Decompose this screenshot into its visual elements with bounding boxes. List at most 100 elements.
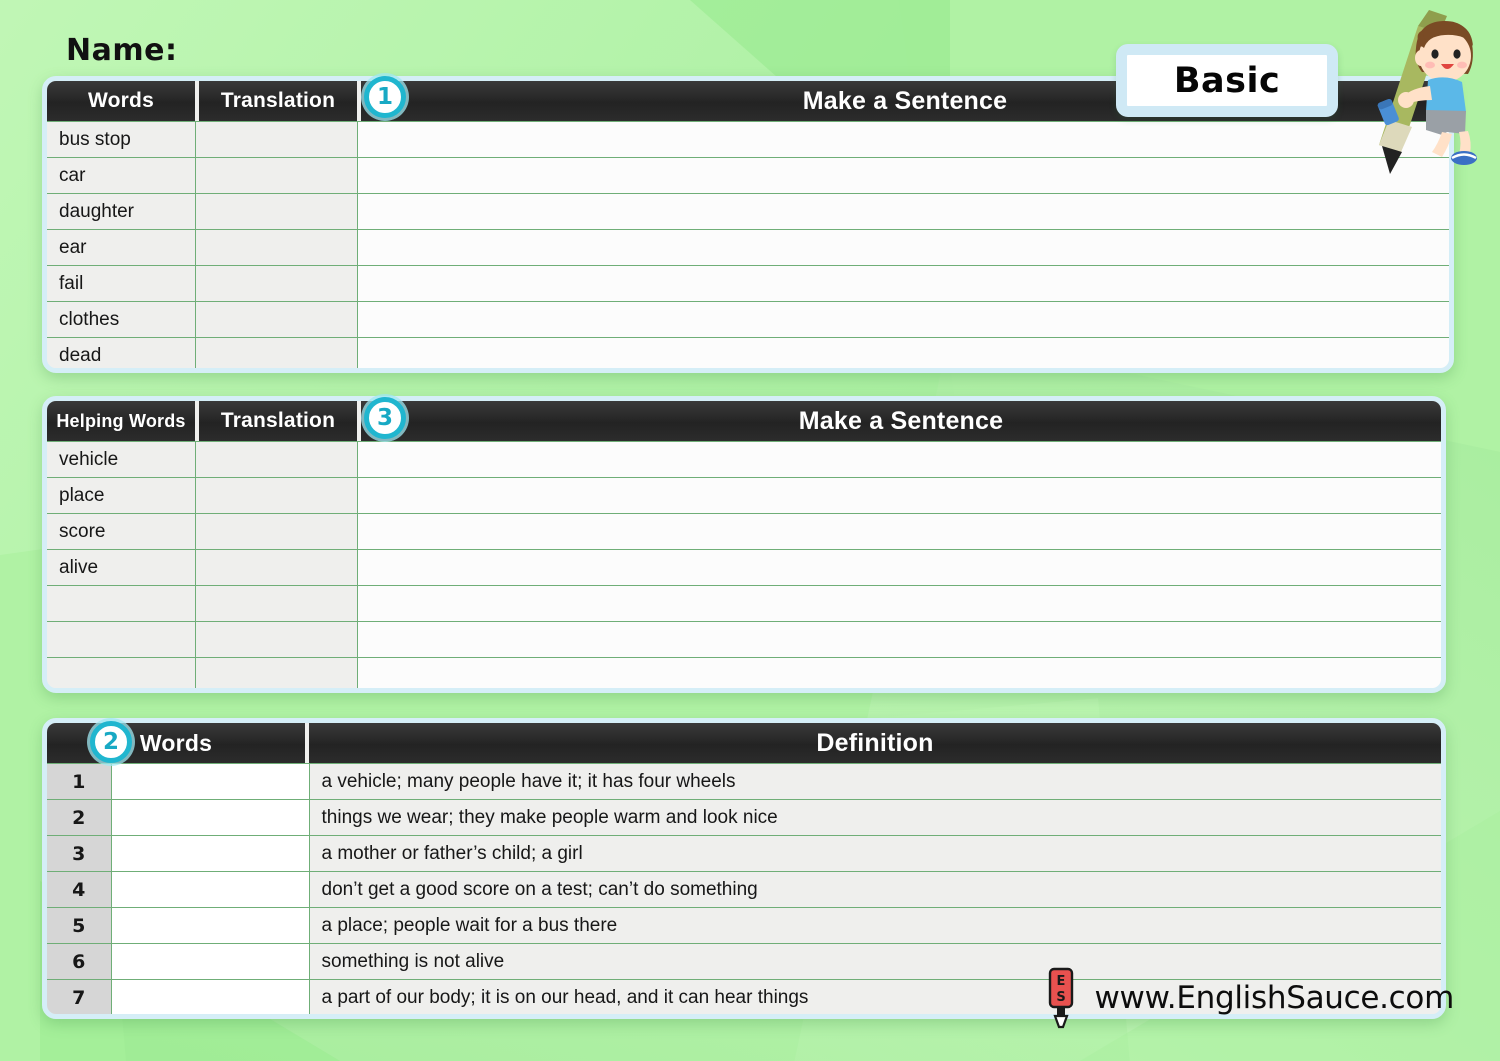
word-cell: vehicle xyxy=(47,441,196,478)
boy-with-pencil-mascot xyxy=(1377,10,1477,174)
table-row: ear xyxy=(47,229,1449,266)
translation-cell[interactable] xyxy=(195,121,358,158)
translation-cell[interactable] xyxy=(195,513,358,550)
row-number: 7 xyxy=(47,979,112,1014)
table-row: daughter xyxy=(47,193,1449,230)
table-row: 3 a mother or father’s child; a girl xyxy=(47,835,1441,872)
definition-cell: things we wear; they make people warm an… xyxy=(309,799,1441,836)
sentence-cell[interactable] xyxy=(357,513,1441,550)
table-row: fail xyxy=(47,265,1449,302)
translation-cell[interactable] xyxy=(195,657,358,688)
sentence-cell[interactable] xyxy=(357,621,1441,658)
section2-table: vehicle place score alive xyxy=(47,441,1441,688)
translation-cell[interactable] xyxy=(195,477,358,514)
footer-brand[interactable]: E S www.EnglishSauce.com xyxy=(1042,967,1454,1029)
word-cell: clothes xyxy=(47,301,196,338)
word-cell: car xyxy=(47,157,196,194)
row-number: 6 xyxy=(47,943,112,980)
row-number: 3 xyxy=(47,835,112,872)
svg-text:S: S xyxy=(1057,990,1066,1005)
translation-cell[interactable] xyxy=(195,265,358,302)
word-cell[interactable] xyxy=(47,621,196,658)
table-row: clothes xyxy=(47,301,1449,338)
word-cell: alive xyxy=(47,549,196,586)
section3-col-definition-header: Definition xyxy=(309,723,1441,763)
section1-col-translation-header: Translation xyxy=(199,81,357,121)
definition-cell: don’t get a good score on a test; can’t … xyxy=(309,871,1441,908)
word-cell: daughter xyxy=(47,193,196,230)
word-cell: fail xyxy=(47,265,196,302)
table-row: score xyxy=(47,513,1441,550)
row-number: 5 xyxy=(47,907,112,944)
sentence-cell[interactable] xyxy=(357,585,1441,622)
definition-cell: a place; people wait for a bus there xyxy=(309,907,1441,944)
word-cell: bus stop xyxy=(47,121,196,158)
sentence-cell[interactable] xyxy=(357,477,1441,514)
table-row: alive xyxy=(47,549,1441,586)
answer-cell[interactable] xyxy=(111,763,310,800)
translation-cell[interactable] xyxy=(195,157,358,194)
sentence-cell[interactable] xyxy=(357,657,1441,688)
table-row: 4 don’t get a good score on a test; can’t… xyxy=(47,871,1441,908)
row-number: 4 xyxy=(47,871,112,908)
table-row xyxy=(47,657,1441,688)
section3-col-words-header: Words xyxy=(47,723,305,763)
translation-cell[interactable] xyxy=(195,229,358,266)
answer-cell[interactable] xyxy=(111,907,310,944)
section1-table: bus stop car daughter ear fail clothes d… xyxy=(47,121,1449,368)
table-row xyxy=(47,621,1441,658)
step-badge-2: 2 xyxy=(90,721,132,763)
section2-col-helping-words-header: Helping Words xyxy=(47,401,195,441)
row-number: 1 xyxy=(47,763,112,800)
answer-cell[interactable] xyxy=(111,835,310,872)
sentence-cell[interactable] xyxy=(357,229,1449,266)
translation-cell[interactable] xyxy=(195,337,358,368)
table-row: 1 a vehicle; many people have it; it has … xyxy=(47,763,1441,800)
definition-cell: a mother or father’s child; a girl xyxy=(309,835,1441,872)
sentence-cell[interactable] xyxy=(357,301,1449,338)
table-row: 2 things we wear; they make people warm a… xyxy=(47,799,1441,836)
sentence-cell[interactable] xyxy=(357,549,1441,586)
section1-col-words-header: Words xyxy=(47,81,195,121)
answer-cell[interactable] xyxy=(111,979,310,1014)
sentence-cell[interactable] xyxy=(357,121,1449,158)
translation-cell[interactable] xyxy=(195,193,358,230)
translation-cell[interactable] xyxy=(195,301,358,338)
step-badge-1: 1 xyxy=(364,76,406,118)
website-url[interactable]: www.EnglishSauce.com xyxy=(1094,980,1454,1016)
section2-table-body: vehicle place score alive xyxy=(47,441,1441,688)
englishsauce-logo-icon: E S xyxy=(1049,967,1074,1029)
sentence-cell[interactable] xyxy=(357,441,1441,478)
table-row: place xyxy=(47,477,1441,514)
sentence-cell[interactable] xyxy=(357,337,1449,368)
answer-cell[interactable] xyxy=(111,871,310,908)
table-row: car xyxy=(47,157,1449,194)
answer-cell[interactable] xyxy=(111,943,310,980)
word-cell: ear xyxy=(47,229,196,266)
step-badge-3: 3 xyxy=(364,397,406,439)
sentence-cell[interactable] xyxy=(357,193,1449,230)
level-badge-label: Basic xyxy=(1173,60,1281,101)
translation-cell[interactable] xyxy=(195,549,358,586)
word-cell[interactable] xyxy=(47,585,196,622)
section2-col-sentence-header: Make a Sentence xyxy=(361,401,1441,441)
answer-cell[interactable] xyxy=(111,799,310,836)
table-row xyxy=(47,585,1441,622)
section2-header-row: Helping Words Translation Make a Sentenc… xyxy=(47,401,1441,441)
section3-header-row: Words Definition xyxy=(47,723,1441,763)
section2-col-translation-header: Translation xyxy=(199,401,357,441)
row-number: 2 xyxy=(47,799,112,836)
translation-cell[interactable] xyxy=(195,621,358,658)
sentence-cell[interactable] xyxy=(357,265,1449,302)
word-cell: dead xyxy=(47,337,196,368)
word-cell: score xyxy=(47,513,196,550)
translation-cell[interactable] xyxy=(195,441,358,478)
word-cell[interactable] xyxy=(47,657,196,688)
section-words-panel: Words Translation Make a Sentence bus st… xyxy=(42,76,1454,373)
sentence-cell[interactable] xyxy=(357,157,1449,194)
name-label: Name: xyxy=(66,33,178,68)
svg-text:E: E xyxy=(1057,974,1066,989)
table-row: 5 a place; people wait for a bus there xyxy=(47,907,1441,944)
translation-cell[interactable] xyxy=(195,585,358,622)
table-row: bus stop xyxy=(47,121,1449,158)
